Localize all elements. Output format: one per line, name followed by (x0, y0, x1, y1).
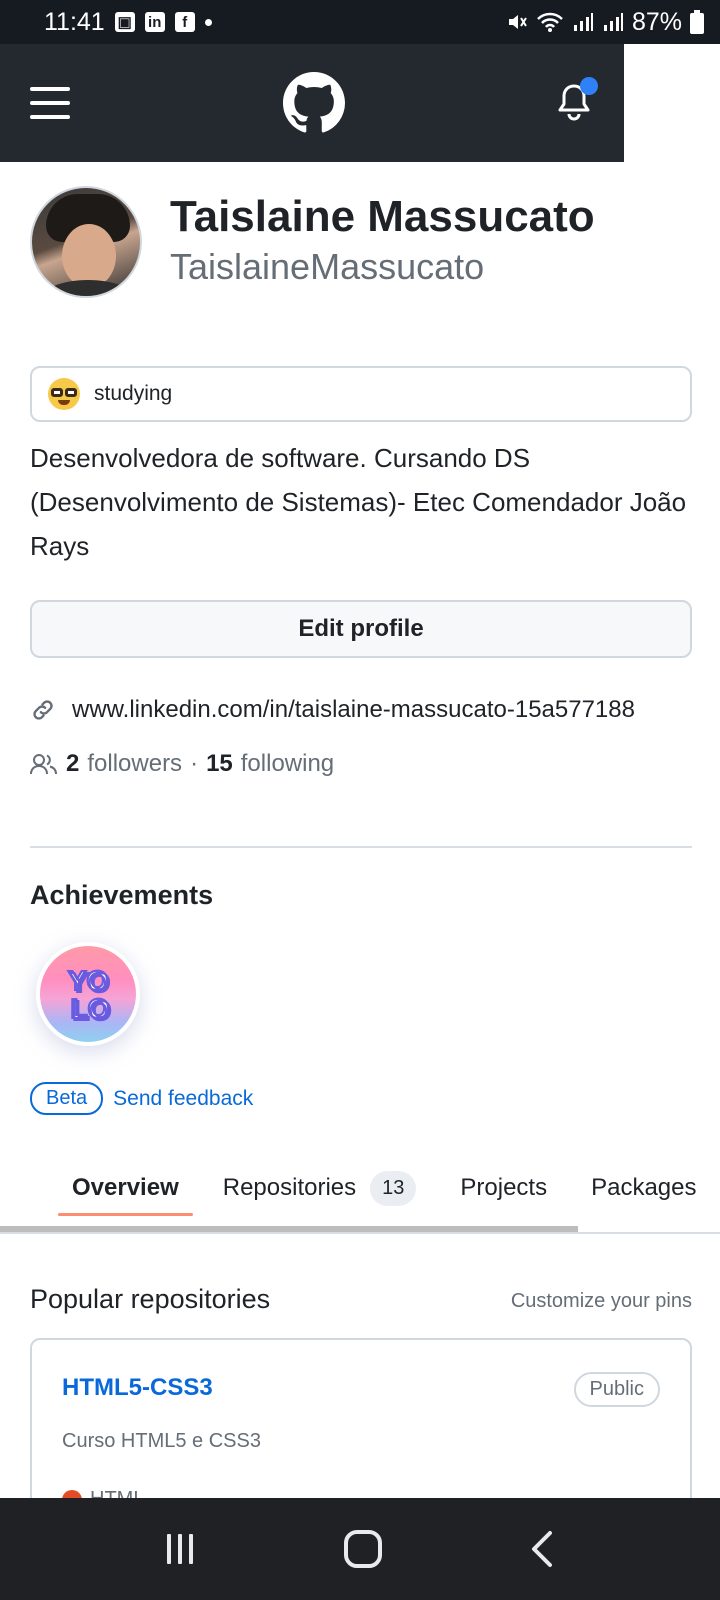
mute-icon (508, 15, 527, 29)
yolo-badge-icon[interactable]: YO LO (36, 942, 140, 1046)
home-icon[interactable] (343, 1529, 383, 1569)
achievements-title: Achievements (30, 880, 214, 910)
notification-badge (580, 77, 598, 95)
tabs-baseline (0, 1232, 720, 1234)
github-octocat-icon[interactable] (283, 72, 345, 134)
signal-icon-2 (603, 13, 623, 31)
linkedin-icon: in (144, 12, 165, 32)
website-row[interactable]: www.linkedin.com/in/taislaine-massucato-… (30, 696, 635, 724)
android-status-bar: 11:41 ▣ in f 87% (0, 0, 720, 44)
status-left: 11:41 ▣ in f (44, 8, 212, 37)
facebook-icon: f (174, 12, 195, 32)
notification-dot-icon (204, 18, 212, 26)
repo-visibility-badge: Public (573, 1372, 660, 1407)
tab-packages-label: Packages (591, 1174, 697, 1201)
svg-text:YO: YO (68, 965, 108, 996)
website-link[interactable]: www.linkedin.com/in/taislaine-massucato-… (72, 696, 635, 724)
hamburger-icon[interactable] (30, 87, 70, 119)
notifications-button[interactable] (558, 77, 598, 123)
yolo-badge-art: YO LO (67, 964, 111, 1025)
android-nav-bar (0, 1498, 720, 1600)
customize-pins-link[interactable]: Customize your pins (511, 1290, 692, 1313)
following-count[interactable]: 15 (206, 750, 233, 778)
profile-tabs: Overview Repositories 13 Projects Packag… (0, 1140, 720, 1236)
people-icon (30, 754, 57, 775)
battery-percent: 87% (631, 7, 682, 36)
tab-overview-label: Overview (72, 1174, 179, 1201)
back-icon[interactable] (528, 1529, 558, 1569)
profile-bio: Desenvolvedora de software. Cursando DS … (30, 443, 687, 561)
tab-projects-label: Projects (460, 1174, 548, 1201)
user-status-button[interactable]: studying (30, 366, 692, 422)
followers-label[interactable]: followers (87, 750, 182, 778)
popular-repositories-title: Popular repositories (30, 1284, 271, 1314)
link-icon (33, 700, 53, 720)
avatar[interactable] (30, 186, 142, 298)
follow-separator: · (190, 750, 199, 777)
repo-card: HTML5-CSS3 Public Curso HTML5 e CSS3 HTM… (30, 1338, 692, 1518)
signal-icon (573, 13, 593, 31)
send-feedback-link[interactable]: Send feedback (113, 1087, 253, 1111)
status-right: 87% (506, 8, 704, 37)
profile-name: Taislaine Massucato (170, 192, 595, 241)
tab-projects[interactable]: Projects (446, 1140, 561, 1236)
wifi-icon (537, 12, 563, 32)
nerd-face-emoji-icon (48, 378, 80, 410)
status-time: 11:41 (44, 7, 105, 36)
beta-label: Beta (30, 1082, 104, 1115)
section-divider (30, 846, 692, 848)
followers-count[interactable]: 2 (66, 750, 79, 778)
beta-feedback-row: Beta Send feedback (30, 1082, 253, 1115)
tab-packages[interactable]: Packages (577, 1140, 710, 1236)
repo-description: Curso HTML5 e CSS3 (62, 1430, 261, 1452)
repositories-count-badge: 13 (370, 1170, 417, 1206)
svg-text:LO: LO (71, 993, 110, 1024)
recents-icon[interactable] (162, 1531, 198, 1567)
profile-login: TaislaineMassucato (170, 246, 485, 287)
following-label[interactable]: following (241, 750, 334, 778)
github-header (0, 44, 624, 162)
image-icon: ▣ (114, 12, 135, 32)
tab-repositories-label: Repositories (222, 1174, 357, 1201)
repo-name-link[interactable]: HTML5-CSS3 (62, 1374, 213, 1402)
tab-repositories[interactable]: Repositories 13 (209, 1140, 431, 1236)
tab-overview[interactable]: Overview (58, 1140, 193, 1236)
battery-icon (690, 10, 704, 34)
followers-row: 2 followers · 15 following (30, 750, 334, 778)
edit-profile-button[interactable]: Edit profile (30, 600, 692, 658)
status-text: studying (94, 382, 173, 405)
